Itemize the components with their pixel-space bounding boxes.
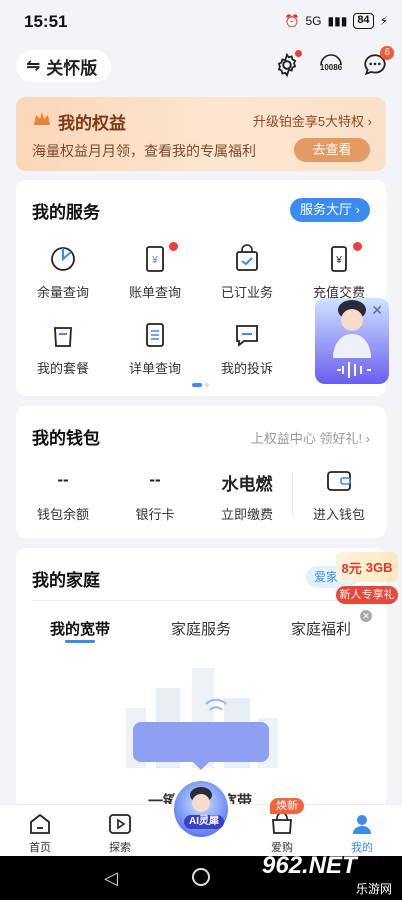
benefits-banner[interactable]: 我的权益 升级铂金享5大特权 › 海量权益月月领，查看我的专属福利 去查看 [16,97,386,171]
service-subscribed[interactable]: 已订业务 [202,244,292,301]
service-label: 已订业务 [220,285,273,300]
family-title: 我的家庭 [32,571,100,590]
view-benefits-button[interactable]: 去查看 [294,138,370,162]
phone-10086-icon: 10086 [320,54,343,72]
alarm-icon: ⏰ [284,14,300,28]
home-icon [27,811,53,837]
wallet-label: 进入钱包 [312,507,365,522]
settings-button[interactable] [272,50,302,80]
service-my-plan[interactable]: 我的套餐 [18,320,108,377]
status-icons: ⏰ 5G ▮▮▮ 84 ⚡ [285,13,388,29]
wallet-value: -- [149,470,161,489]
service-label: 我的投诉 [220,361,273,376]
nav-label: 首页 [29,842,51,854]
wallet-label: 银行卡 [135,507,175,522]
nav-label: 探索 [109,842,131,854]
phone-yen-icon: ¥ [324,242,362,274]
wallet-value: -- [57,470,69,489]
wallet-label: 立即缴费 [220,507,273,522]
newbie-label: 新人专享礼 [336,586,398,604]
nav-home[interactable]: 首页 [10,811,70,855]
settings-dot [295,50,302,57]
benefits-subtitle: 海量权益月月领，查看我的专属福利 [32,143,256,159]
signal-icon: ▮▮▮ [327,14,348,28]
wallet-card: 我的钱包 上权益中心 领好礼! › -- 钱包余额 -- 银行卡 水电燃 立即缴… [16,406,386,538]
store-icon [269,811,295,837]
hotline-button[interactable]: 10086 [316,50,346,80]
watermark-sub: 乐游网 [355,882,392,896]
bill-icon: ¥ [140,242,178,274]
top-bar: ⇋ 关怀版 10086 6 [0,44,402,88]
hotline-label: 10086 [320,63,343,72]
benefits-title: 我的权益 [58,114,126,133]
status-bar: 15:51 ⏰ 5G ▮▮▮ 84 ⚡ [0,0,402,44]
message-count-badge: 6 [380,46,394,60]
ai-tooltip [133,722,269,770]
service-bill-query[interactable]: ¥ 账单查询 [110,242,200,301]
wallet-balance[interactable]: -- 钱包余额 [18,470,108,523]
wallet-title: 我的钱包 [32,429,100,448]
pie-chart-icon [48,244,78,274]
person-icon [349,811,375,837]
wallet-enter[interactable]: 进入钱包 [294,470,384,523]
wallet-divider [292,472,293,516]
tab-my-broadband[interactable]: 我的宽带 [50,618,110,639]
tab-family-welfare[interactable]: 家庭福利 [291,618,351,639]
nav-explore[interactable]: 探索 [90,811,150,855]
svg-text:¥: ¥ [335,255,342,266]
service-complaint[interactable]: 我的投诉 [202,320,292,377]
care-mode-button[interactable]: ⇋ 关怀版 [16,50,112,82]
status-time: 15:51 [24,12,68,31]
crown-icon [32,110,52,133]
ai-assistant-floater[interactable]: ✕ [315,298,389,384]
close-icon[interactable]: ✕ [360,610,372,622]
family-divider [32,600,372,601]
home-circle-icon[interactable] [192,868,210,886]
care-mode-label: 关怀版 [46,58,98,78]
newbie-gift-badge[interactable]: 8元 3GB 新人专享礼 [336,552,398,604]
bag-check-icon [232,244,262,274]
tab-family-service[interactable]: 家庭服务 [171,618,231,639]
wallet-utility-pay[interactable]: 水电燃 立即缴费 [202,470,292,523]
tab-underline [65,640,95,643]
svg-text:¥: ¥ [151,255,158,266]
new-badge: 焕新 [270,798,304,814]
nav-shop[interactable]: 爱购 [252,811,312,855]
newbie-data: 3GB [365,559,393,575]
swap-icon: ⇋ [26,56,41,75]
wallet-bank-card[interactable]: -- 银行卡 [110,470,200,523]
wallet-icon [294,470,384,492]
messages-button[interactable]: 6 [360,46,394,80]
upgrade-link[interactable]: 升级铂金享5大特权 › [253,111,372,130]
service-label: 余量查询 [36,285,89,300]
shopping-bag-icon [48,320,78,350]
back-icon[interactable]: ◁ [104,868,118,889]
service-hall-button[interactable]: 服务大厅 › [290,198,370,222]
battery-level: 84 [353,13,374,29]
list-doc-icon [140,320,170,350]
complaint-chat-icon [232,320,262,350]
wallet-label: 钱包余额 [36,507,89,522]
service-balance-query[interactable]: 余量查询 [18,244,108,301]
service-recharge[interactable]: ¥ 充值交费 [294,242,384,301]
ai-lingxi-button[interactable]: AI灵犀 [171,778,231,840]
service-detail-query[interactable]: 详单查询 [110,320,200,377]
network-label: 5G [305,14,322,28]
newbie-amount: 8元 [341,560,362,576]
service-label: 账单查询 [128,285,181,300]
service-label: 详单查询 [128,361,181,376]
charging-icon: ⚡ [379,14,388,28]
benefit-center-link[interactable]: 上权益中心 领好礼! › [251,428,370,447]
wallet-value: 水电燃 [221,475,273,494]
nav-mine[interactable]: 我的 [332,811,392,855]
ai-lingxi-label: AI灵犀 [184,815,224,829]
play-icon [107,811,133,837]
services-pager [192,383,209,387]
services-title: 我的服务 [32,203,100,222]
service-label: 我的套餐 [36,361,89,376]
close-icon[interactable]: ✕ [371,302,383,319]
